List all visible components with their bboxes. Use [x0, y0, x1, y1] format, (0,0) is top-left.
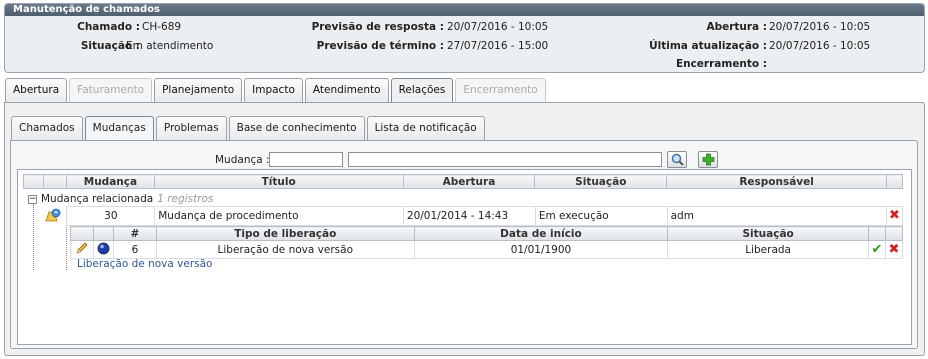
encerramento-label: Encerramento : [675, 58, 767, 70]
mudanca-search-label: Mudança : [215, 154, 270, 166]
col-icon [42, 174, 67, 189]
col-tree [23, 174, 44, 189]
subtab-problemas[interactable]: Problemas [155, 116, 227, 140]
tab-encerramento: Encerramento [455, 78, 546, 102]
subtree-line [66, 224, 67, 270]
cell-situacao: Em execução [534, 206, 668, 226]
sub-col-situacao[interactable]: Situação [667, 226, 869, 241]
ultima-label: Última atualização : [649, 40, 767, 52]
cell-sub-situacao: Liberada [667, 240, 869, 259]
tab-planejamento[interactable]: Planejamento [154, 78, 243, 102]
delete-icon: ✖ [888, 241, 900, 257]
subtab-lista-notificacao[interactable]: Lista de notificação [366, 116, 485, 140]
row-icon-cell [44, 207, 67, 226]
ultima-label-wrap: Última atualização : [620, 40, 767, 52]
delete-icon: ✖ [889, 208, 900, 223]
situacao-value: Em atendimento [126, 40, 214, 52]
encerramento-label-wrap: Encerramento : [620, 58, 767, 70]
col-mudanca[interactable]: Mudança [65, 174, 155, 189]
change-icon [45, 208, 61, 221]
chamado-value: CH-689 [142, 21, 182, 33]
group-count: 1 registros [157, 193, 214, 205]
abertura-value: 20/07/2016 - 10:05 [769, 21, 871, 33]
main-tabs: Abertura Faturamento Planejamento Impact… [5, 78, 548, 102]
pencil-icon [76, 242, 88, 254]
blue-orb-icon [97, 242, 110, 254]
cell-num: 6 [112, 240, 157, 259]
cell-abertura: 20/01/2014 - 14:43 [402, 206, 536, 226]
col-abertura[interactable]: Abertura [402, 174, 536, 189]
chamado-label-wrap: Chamado : [20, 21, 140, 33]
situacao-label-wrap: Situação : [20, 40, 140, 52]
subtab-base-conhecimento[interactable]: Base de conhecimento [228, 116, 365, 140]
sub-col-approve [867, 226, 886, 241]
cell-tipo: Liberação de nova versão [155, 240, 415, 259]
sub-col-data[interactable]: Data de início [413, 226, 669, 241]
delete-row-button[interactable]: ✖ [885, 206, 904, 226]
magnifier-icon [671, 153, 684, 166]
liberacao-link[interactable]: Liberação de nova versão [77, 258, 212, 270]
liberacao-table: # Tipo de liberação Data de início Situa… [70, 226, 904, 259]
sub-col-edit [70, 226, 94, 241]
plus-icon [702, 153, 714, 166]
table-row[interactable]: 6 Liberação de nova versão 01/01/1900 Li… [70, 240, 904, 259]
cell-mudanca: 30 [66, 206, 156, 226]
chamado-label: Chamado : [77, 21, 140, 33]
mudanca-code-input[interactable] [269, 152, 343, 167]
prev-resposta-label: Previsão de resposta : [311, 21, 444, 33]
mudancas-table-body: 30 Mudança de procedimento 20/01/2014 - … [44, 206, 904, 226]
search-button[interactable] [667, 151, 687, 168]
mudanca-desc-input[interactable] [348, 152, 662, 167]
table-row[interactable]: 30 Mudança de procedimento 20/01/2014 - … [44, 206, 904, 226]
relation-subtabs: Chamados Mudanças Problemas Base de conh… [11, 116, 487, 140]
ticket-header-panel: Manutenção de chamados [4, 3, 925, 73]
ultima-value: 20/07/2016 - 10:05 [769, 40, 871, 52]
tab-faturamento: Faturamento [69, 78, 153, 102]
prev-resposta-label-wrap: Previsão de resposta : [300, 21, 444, 33]
edit-button[interactable] [70, 240, 94, 259]
prev-resposta-value: 20/07/2016 - 10:05 [447, 21, 549, 33]
tab-impacto[interactable]: Impacto [244, 78, 303, 102]
col-actions [885, 174, 904, 189]
panel-title: Manutenção de chamados [5, 4, 924, 16]
check-icon: ✔ [871, 241, 883, 257]
sub-col-num[interactable]: # [112, 226, 157, 241]
tab-atendimento[interactable]: Atendimento [304, 78, 389, 102]
group-row[interactable]: − Mudança relacionada 1 registros [28, 193, 213, 205]
subtab-chamados[interactable]: Chamados [11, 116, 83, 140]
tree-line [33, 204, 34, 270]
sub-col-tipo[interactable]: Tipo de liberação [155, 226, 415, 241]
sub-col-delete [884, 226, 904, 241]
prev-termino-value: 27/07/2016 - 15:00 [447, 40, 549, 52]
group-label: Mudança relacionada [41, 193, 154, 205]
abertura-label: Abertura : [706, 21, 767, 33]
col-titulo[interactable]: Título [153, 174, 404, 189]
prev-termino-label: Previsão de término : [316, 40, 444, 52]
col-responsavel[interactable]: Responsável [666, 174, 887, 189]
sub-col-icon [92, 226, 114, 241]
add-button[interactable] [698, 151, 718, 168]
abertura-label-wrap: Abertura : [620, 21, 767, 33]
cell-responsavel: adm [666, 206, 887, 226]
mudancas-table-header: Mudança Título Abertura Situação Respons… [23, 174, 904, 189]
subtab-mudancas[interactable]: Mudanças [84, 116, 154, 140]
collapse-icon[interactable]: − [28, 194, 37, 204]
delete-sub-button[interactable]: ✖ [884, 240, 904, 259]
status-orb-cell [92, 240, 114, 259]
col-situacao[interactable]: Situação [534, 174, 668, 189]
tab-abertura[interactable]: Abertura [5, 78, 68, 102]
prev-termino-label-wrap: Previsão de término : [300, 40, 444, 52]
tab-relacoes[interactable]: Relações [390, 78, 454, 102]
approve-button[interactable]: ✔ [867, 240, 886, 259]
cell-titulo: Mudança de procedimento [154, 206, 404, 226]
cell-data-inicio: 01/01/1900 [413, 240, 669, 259]
